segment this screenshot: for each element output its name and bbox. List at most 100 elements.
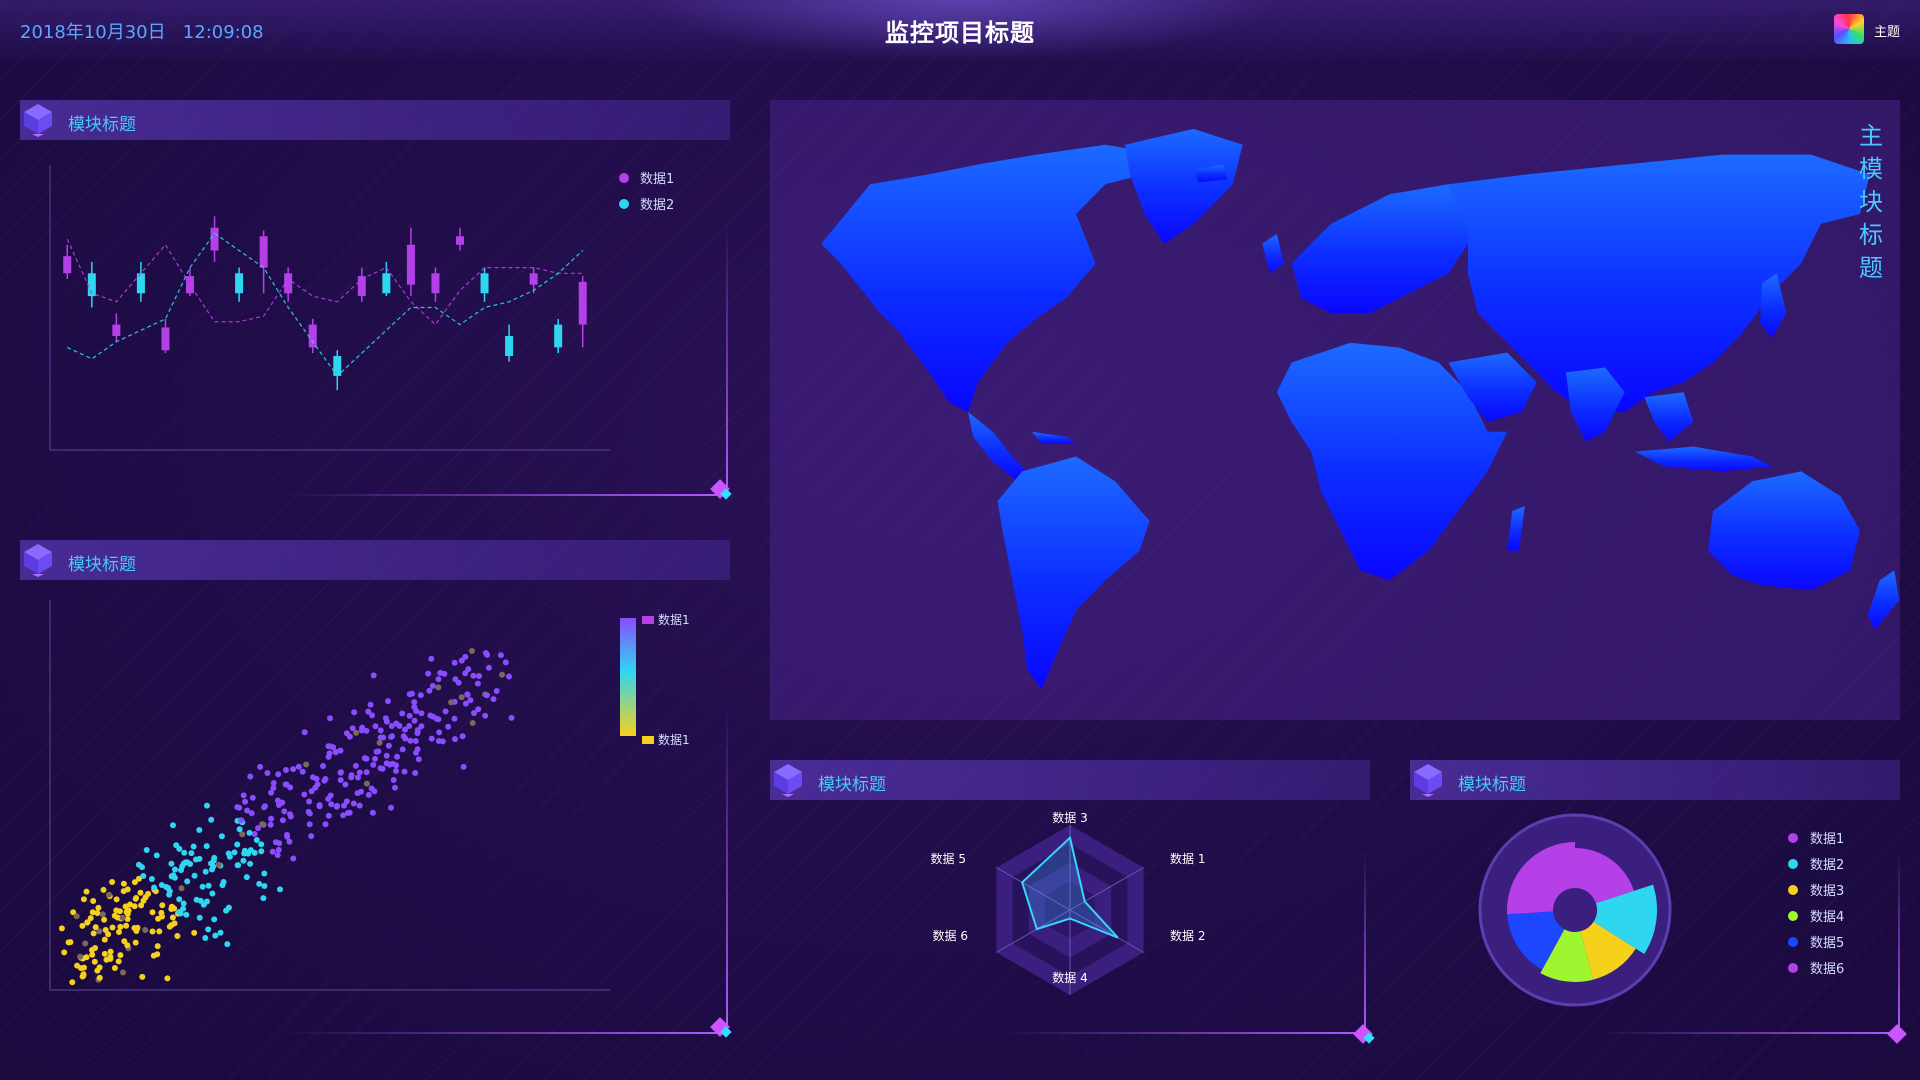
- southeast-asia: [1644, 392, 1694, 442]
- legend-label: 数据3: [1810, 884, 1844, 899]
- scatter-point: [264, 770, 271, 776]
- scatter-point: [283, 781, 290, 788]
- scatter-point: [134, 924, 141, 931]
- scatter-point: [158, 909, 165, 916]
- panel-title: 模块标题: [68, 115, 136, 135]
- scatter-point: [497, 652, 504, 659]
- scatter-point: [402, 735, 409, 742]
- scatter-point: [361, 755, 368, 762]
- candle-body: [529, 273, 538, 285]
- scatter-point: [380, 734, 387, 741]
- panel-title: 模块标题: [1458, 775, 1526, 795]
- scatter-point: [272, 839, 279, 846]
- scatter-point: [191, 872, 198, 879]
- scatter-point: [204, 802, 210, 809]
- scatter-point: [308, 833, 315, 840]
- scatter-point: [332, 748, 339, 755]
- scatter-point: [113, 896, 120, 903]
- legend-marker: [1788, 833, 1798, 843]
- scatter-point: [217, 929, 224, 936]
- cube-icon: [1414, 764, 1442, 797]
- scatter-panel: 模块标题 数据1 数据1: [20, 540, 730, 1040]
- scatter-point: [435, 738, 442, 744]
- scatter-point: [442, 708, 449, 715]
- scatter-point: [290, 855, 297, 862]
- candle-body: [186, 276, 194, 294]
- scatter-point: [253, 837, 260, 843]
- scatter-point: [393, 768, 399, 774]
- legend-marker: [1788, 911, 1798, 921]
- map-panel-title: 主模块标题: [1859, 122, 1883, 282]
- scatter-point: [87, 915, 94, 922]
- radar-chart[interactable]: 数据 3 数据 1 数据 2 数据 4 数据 6 数据 5: [770, 800, 1370, 1040]
- greenland: [1125, 128, 1243, 244]
- pie-chart[interactable]: 数据1 数据2 数据3 数据4 数据5 数据6: [1410, 800, 1900, 1040]
- scatter-point: [502, 659, 509, 666]
- scatter-point: [137, 889, 144, 896]
- scatter-point: [283, 767, 289, 773]
- scatter-point: [287, 811, 293, 818]
- world-map[interactable]: [770, 100, 1900, 720]
- scatter-point: [218, 833, 225, 840]
- visual-map-bottom-label: 数据1: [658, 732, 690, 747]
- scatter-point: [124, 942, 131, 949]
- scatter-point: [452, 676, 459, 683]
- scatter-point: [369, 809, 376, 816]
- south-america: [997, 456, 1150, 690]
- scatter-point: [111, 965, 118, 971]
- radar-indicator-label: 数据 1: [1170, 851, 1205, 866]
- uk: [1262, 233, 1284, 274]
- scatter-point: [326, 750, 333, 757]
- corner-line: [1000, 1032, 1364, 1034]
- scatter-point: [275, 771, 282, 778]
- scatter-point: [154, 951, 161, 958]
- scatter-point: [258, 848, 265, 855]
- scatter-point: [262, 803, 268, 810]
- scatter-point: [261, 883, 268, 889]
- scatter-point: [258, 841, 265, 848]
- scatter-point: [388, 804, 394, 811]
- scatter-point: [269, 848, 276, 855]
- scatter-point: [174, 933, 181, 939]
- candlestick-chart[interactable]: 数据1 数据2: [20, 140, 730, 500]
- scatter-point: [325, 795, 332, 802]
- scatter-point: [80, 896, 87, 903]
- candle-body: [382, 273, 391, 294]
- scatter-point: [436, 729, 443, 736]
- scatter-point: [506, 673, 512, 680]
- scatter-point: [131, 903, 138, 910]
- scatter-point: [120, 888, 127, 895]
- scatter-point: [342, 781, 349, 788]
- theme-button-label[interactable]: 主题: [1874, 21, 1900, 40]
- candle-body: [210, 227, 219, 251]
- scatter-point: [257, 763, 264, 770]
- candle-body: [284, 273, 293, 294]
- scatter-point: [406, 712, 413, 719]
- scatter-point: [170, 872, 177, 879]
- scatter-point: [363, 780, 370, 787]
- scatter-point: [425, 670, 432, 677]
- scatter-point: [372, 723, 379, 730]
- scatter-point: [96, 974, 103, 981]
- scatter-point: [79, 922, 86, 929]
- scatter-point: [155, 915, 162, 922]
- theme-icon[interactable]: [1834, 14, 1864, 44]
- scatter-point: [247, 773, 254, 780]
- scatter-point: [281, 808, 288, 815]
- scatter-point: [370, 761, 377, 768]
- radar-indicator-label: 数据 4: [1052, 970, 1087, 985]
- scatter-point: [401, 768, 408, 775]
- scatter-point: [99, 911, 106, 918]
- scatter-point: [435, 684, 442, 691]
- scatter-point: [83, 888, 90, 895]
- scatter-point: [328, 801, 335, 808]
- scatter-point: [458, 657, 465, 664]
- scatter-chart[interactable]: 数据1 数据1: [20, 580, 730, 1040]
- scatter-point: [279, 817, 286, 824]
- scatter-point: [101, 950, 108, 957]
- radar-indicator-label: 数据 6: [933, 928, 968, 943]
- scatter-point: [382, 715, 389, 722]
- scatter-point: [123, 922, 130, 929]
- scatter-point: [441, 670, 448, 677]
- scatter-point: [153, 852, 160, 859]
